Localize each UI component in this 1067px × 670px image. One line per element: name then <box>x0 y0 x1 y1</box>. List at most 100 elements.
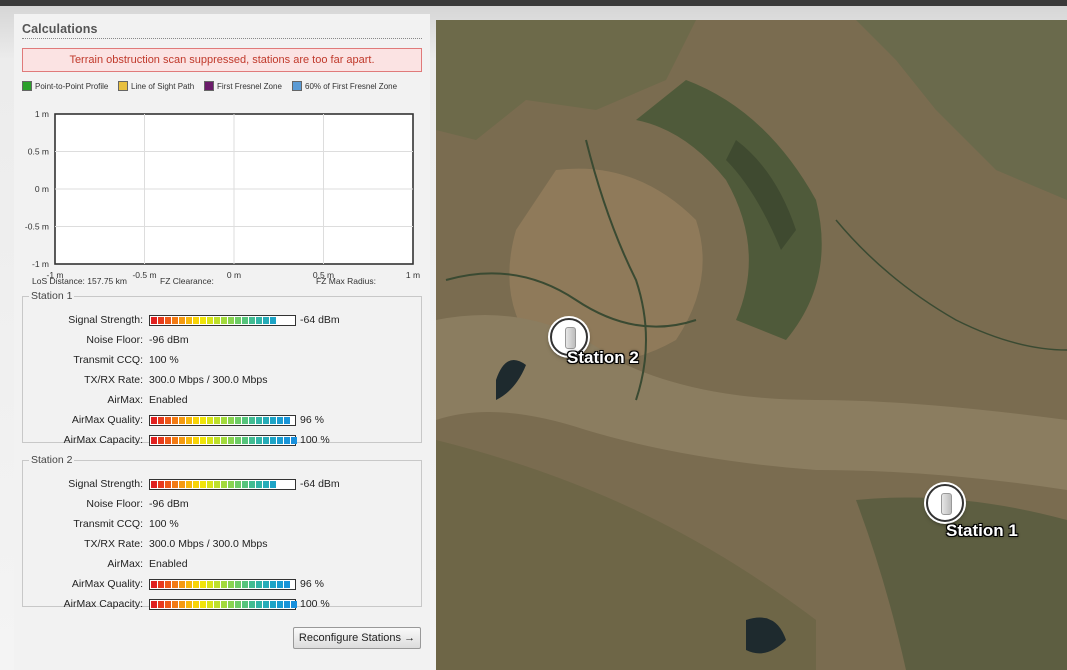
meter-segment <box>221 437 227 444</box>
meter-segment <box>165 437 171 444</box>
meter-segment <box>214 601 220 608</box>
meter-segment <box>151 601 157 608</box>
meter-segment <box>200 601 206 608</box>
legend-swatch-fresnel <box>204 81 214 91</box>
access-point-icon <box>941 493 952 515</box>
station-2-quality-row: AirMax Quality: 96 % <box>23 578 421 592</box>
meter-segment <box>158 437 164 444</box>
meter-segment <box>277 437 283 444</box>
airmax-capacity-meter <box>149 435 297 446</box>
meter-segment <box>193 481 199 488</box>
signal-strength-meter <box>149 479 296 490</box>
meter-segment <box>291 601 297 608</box>
meter-segment <box>165 481 171 488</box>
legend-swatch-los <box>118 81 128 91</box>
y-tick-label: -1 m <box>32 259 49 269</box>
y-tick-label: 0 m <box>35 184 49 194</box>
meter-segment <box>256 437 262 444</box>
meter-segment <box>193 317 199 324</box>
meter-segment <box>158 417 164 424</box>
y-tick-label: -0.5 m <box>25 222 49 232</box>
reconfigure-stations-button[interactable]: Reconfigure Stations → <box>293 627 421 649</box>
noise-floor-value: -96 dBm <box>149 334 189 346</box>
meter-segment <box>151 481 157 488</box>
meter-segment <box>214 317 220 324</box>
meter-segment <box>186 581 192 588</box>
signal-strength-label: Signal Strength: <box>68 314 143 326</box>
txrx-rate-label: TX/RX Rate: <box>84 374 143 386</box>
meter-segment <box>242 581 248 588</box>
airmax-label: AirMax: <box>107 558 143 570</box>
meter-segment <box>207 317 213 324</box>
meter-segment <box>200 437 206 444</box>
meter-segment <box>256 581 262 588</box>
station-1-marker[interactable] <box>926 484 964 522</box>
meter-segment <box>221 581 227 588</box>
legend-item-fresnel: First Fresnel Zone <box>204 81 282 91</box>
airmax-capacity-value: 100 % <box>300 598 330 610</box>
meter-segment <box>249 481 255 488</box>
meter-segment <box>214 417 220 424</box>
meter-segment <box>228 437 234 444</box>
y-tick-label: 1 m <box>35 109 49 119</box>
meter-segment <box>214 437 220 444</box>
meter-segment <box>214 581 220 588</box>
meter-segment <box>263 317 269 324</box>
station-2-noise-row: Noise Floor: -96 dBm <box>23 498 421 512</box>
meter-segment <box>165 581 171 588</box>
meter-segment <box>172 601 178 608</box>
meter-segment <box>242 437 248 444</box>
meter-segment <box>179 417 185 424</box>
airmax-capacity-label: AirMax Capacity: <box>63 434 143 446</box>
meter-segment <box>207 481 213 488</box>
station-1-airmax-row: AirMax: Enabled <box>23 394 421 408</box>
meter-segment <box>172 417 178 424</box>
meter-segment <box>263 437 269 444</box>
meter-segment <box>172 437 178 444</box>
meter-segment <box>277 601 283 608</box>
txrx-rate-value: 300.0 Mbps / 300.0 Mbps <box>149 538 268 550</box>
airmax-quality-label: AirMax Quality: <box>71 578 143 590</box>
station-1-panel: Station 1 Signal Strength: -64 dBm Noise… <box>22 290 422 446</box>
meter-segment <box>186 417 192 424</box>
meter-segment <box>242 317 248 324</box>
meter-segment <box>165 601 171 608</box>
meter-segment <box>235 581 241 588</box>
noise-floor-label: Noise Floor: <box>86 498 143 510</box>
meter-segment <box>221 601 227 608</box>
y-tick-label: 0.5 m <box>28 147 49 157</box>
meter-segment <box>179 481 185 488</box>
meter-segment <box>284 437 290 444</box>
meter-segment <box>186 317 192 324</box>
meter-segment <box>151 417 157 424</box>
meter-segment <box>249 601 255 608</box>
station-2-map-label: Station 2 <box>567 348 639 367</box>
meter-segment <box>291 437 297 444</box>
access-point-icon <box>565 327 576 349</box>
meter-segment <box>214 481 220 488</box>
calculations-panel: Calculations Terrain obstruction scan su… <box>14 14 430 670</box>
airmax-quality-meter <box>149 415 296 426</box>
station-2-ccq-row: Transmit CCQ: 100 % <box>23 518 421 532</box>
meter-segment <box>249 317 255 324</box>
meter-segment <box>284 581 290 588</box>
legend-label-los: Line of Sight Path <box>131 81 195 91</box>
legend-label-fresnel60: 60% of First Fresnel Zone <box>305 81 398 91</box>
meter-segment <box>172 317 178 324</box>
meter-segment <box>186 481 192 488</box>
meter-segment <box>193 417 199 424</box>
legend-item-fresnel60: 60% of First Fresnel Zone <box>292 81 397 91</box>
meter-segment <box>186 437 192 444</box>
meter-segment <box>172 481 178 488</box>
legend-swatch-fresnel60 <box>292 81 302 91</box>
terrain-map[interactable]: Station 2 Station 1 <box>436 20 1067 670</box>
meter-segment <box>256 417 262 424</box>
meter-segment <box>158 317 164 324</box>
legend-label-fresnel: First Fresnel Zone <box>217 81 282 91</box>
meter-segment <box>179 437 185 444</box>
airmax-capacity-label: AirMax Capacity: <box>63 598 143 610</box>
meter-segment <box>235 437 241 444</box>
meter-segment <box>263 417 269 424</box>
airmax-capacity-meter <box>149 599 297 610</box>
meter-segment <box>270 581 276 588</box>
